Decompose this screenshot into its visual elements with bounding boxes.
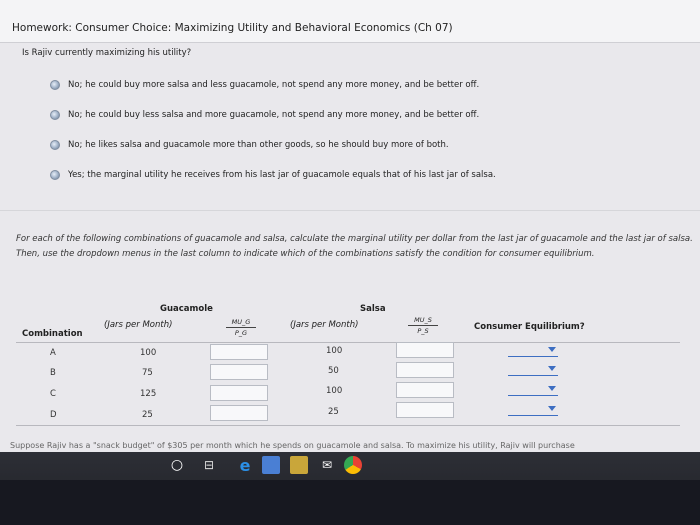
mu-guacamole-input[interactable] [210, 385, 268, 401]
mu-guacamole-input[interactable] [210, 344, 268, 360]
instructions-text: For each of the following combinations o… [16, 234, 693, 259]
mu-salsa-input[interactable] [396, 342, 454, 358]
mu-salsa-input[interactable] [396, 362, 454, 378]
radio-button[interactable] [50, 80, 60, 90]
consumer-equilibrium-header: Consumer Equilibrium? [474, 322, 585, 332]
salsa-cell: 100 [326, 386, 343, 396]
task-view-icon[interactable]: ⊟ [200, 456, 218, 474]
window-title: Homework: Consumer Choice: Maximizing Ut… [12, 22, 453, 34]
chevron-down-icon [548, 386, 556, 391]
desk-surface [0, 480, 700, 525]
option-2[interactable]: No; he could buy less salsa and more gua… [50, 110, 479, 120]
salsa-cell: 100 [326, 346, 343, 356]
option-label: No; he could buy less salsa and more gua… [68, 110, 480, 120]
radio-button[interactable] [50, 110, 60, 120]
table-header-rule [16, 342, 680, 343]
mu-guacamole-input[interactable] [210, 364, 268, 380]
guacamole-header: Guacamole [160, 304, 213, 314]
mu-guacamole-input[interactable] [210, 405, 268, 421]
mu-salsa-input[interactable] [396, 402, 454, 418]
guacamole-cell: 25 [142, 410, 153, 420]
mu-per-price-salsa-header: MU_S P_S [408, 316, 438, 335]
combination-cell: D [50, 410, 57, 420]
mail-icon[interactable]: ✉ [318, 456, 336, 474]
store-icon[interactable] [290, 456, 308, 474]
salsa-header: Salsa [360, 304, 386, 314]
equilibrium-dropdown[interactable] [508, 403, 558, 416]
equilibrium-dropdown[interactable] [508, 383, 558, 396]
guacamole-cell: 100 [140, 348, 157, 358]
combination-cell: C [50, 389, 56, 399]
chevron-down-icon [548, 366, 556, 371]
chrome-icon[interactable] [344, 456, 362, 474]
combination-header: Combination [22, 329, 83, 339]
mu-salsa-input[interactable] [396, 382, 454, 398]
start-circle-icon[interactable]: ○ [168, 456, 186, 474]
option-label: Yes; the marginal utility he receives fr… [68, 170, 496, 180]
chevron-down-icon [548, 406, 556, 411]
radio-button[interactable] [50, 170, 60, 180]
option-3[interactable]: No; he likes salsa and guacamole more th… [50, 140, 449, 150]
radio-button[interactable] [50, 140, 60, 150]
chevron-down-icon [548, 347, 556, 352]
edge-icon[interactable]: e [236, 456, 254, 475]
salsa-cell: 50 [328, 366, 339, 376]
option-1[interactable]: No; he could buy more salsa and less gua… [50, 80, 479, 90]
window-titlebar: Homework: Consumer Choice: Maximizing Ut… [0, 0, 700, 43]
table-bottom-rule [16, 425, 680, 426]
guacamole-subheader: (Jars per Month) [104, 320, 173, 330]
question-text: Is Rajiv currently maximizing his utilit… [22, 48, 192, 58]
guacamole-cell: 75 [142, 368, 153, 378]
salsa-subheader: (Jars per Month) [290, 320, 359, 330]
option-4[interactable]: Yes; the marginal utility he receives fr… [50, 170, 496, 180]
next-question-text: Suppose Rajiv has a "snack budget" of $3… [10, 441, 575, 450]
mu-per-price-guacamole-header: MU_G P_G [226, 318, 256, 337]
combination-cell: B [50, 368, 56, 378]
option-label: No; he could buy more salsa and less gua… [68, 80, 480, 90]
salsa-cell: 25 [328, 407, 339, 417]
section-divider [0, 210, 700, 211]
photos-icon[interactable] [262, 456, 280, 474]
equilibrium-dropdown[interactable] [508, 363, 558, 376]
combination-cell: A [50, 348, 56, 358]
equilibrium-dropdown[interactable] [508, 344, 558, 357]
guacamole-cell: 125 [140, 389, 157, 399]
option-label: No; he likes salsa and guacamole more th… [68, 140, 449, 150]
